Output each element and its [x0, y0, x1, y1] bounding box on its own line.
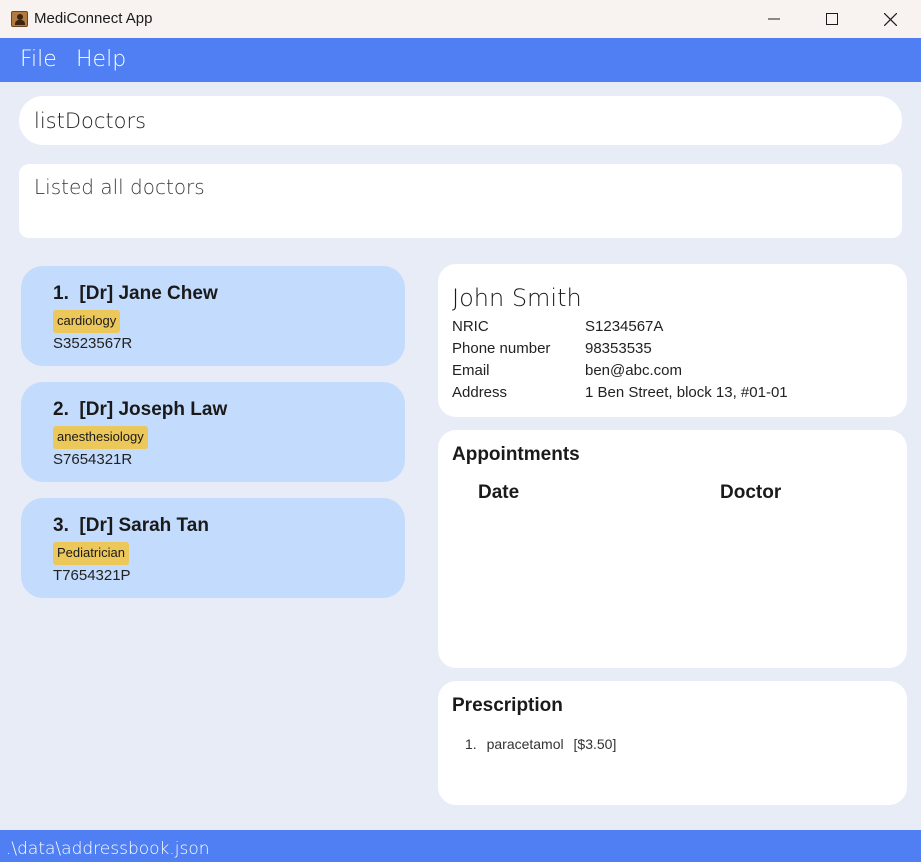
- nric-label: NRIC: [452, 318, 489, 335]
- prescription-name: paracetamol: [486, 736, 564, 752]
- prescription-item: 1. paracetamol [$3.50]: [465, 736, 622, 752]
- email-value: ben@abc.com: [585, 362, 682, 379]
- appointments-panel: Appointments Date Doctor: [438, 430, 907, 668]
- close-icon: [883, 12, 897, 26]
- minimize-button[interactable]: [745, 0, 803, 38]
- address-label: Address: [452, 384, 508, 401]
- prescription-price: [$3.50]: [573, 736, 617, 752]
- doctor-card[interactable]: 3. [Dr] Sarah Tan Pediatrician T7654321P: [21, 498, 405, 598]
- specialty-tag: Pediatrician: [53, 542, 129, 565]
- menu-help[interactable]: Help: [76, 47, 126, 72]
- prescription-index: 1.: [465, 736, 477, 752]
- doctor-name: 1. [Dr] Jane Chew: [53, 283, 218, 304]
- nric-value: S1234567A: [585, 318, 664, 335]
- minimize-icon: [768, 18, 780, 20]
- specialty-tag: anesthesiology: [53, 426, 148, 449]
- doctor-card[interactable]: 2. [Dr] Joseph Law anesthesiology S76543…: [21, 382, 405, 482]
- doctor-name: 3. [Dr] Sarah Tan: [53, 515, 209, 536]
- contacts-book-icon: [11, 11, 28, 27]
- column-header-date[interactable]: Date: [478, 482, 519, 504]
- doctor-nric: S3523567R: [53, 335, 133, 352]
- command-input[interactable]: [19, 96, 902, 145]
- specialty-tag: cardiology: [53, 310, 121, 333]
- prescription-title: Prescription: [452, 695, 563, 716]
- result-display: Listed all doctors: [19, 164, 902, 238]
- email-label: Email: [452, 362, 490, 379]
- patient-details-panel: John Smith NRIC S1234567A Phone number 9…: [438, 264, 907, 417]
- maximize-icon: [826, 13, 838, 25]
- menu-file[interactable]: File: [20, 47, 57, 72]
- menu-bar: File Help: [0, 38, 921, 82]
- status-bar: .\data\addressbook.json: [0, 830, 921, 862]
- maximize-button[interactable]: [803, 0, 861, 38]
- prescription-panel: Prescription 1. paracetamol [$3.50]: [438, 681, 907, 805]
- address-value: 1 Ben Street, block 13, #01-01: [585, 384, 788, 401]
- patient-name: John Smith: [452, 284, 582, 312]
- phone-value: 98353535: [585, 340, 652, 357]
- appointments-title: Appointments: [452, 444, 580, 465]
- close-button[interactable]: [861, 0, 919, 38]
- doctor-card[interactable]: 1. [Dr] Jane Chew cardiology S3523567R: [21, 266, 405, 366]
- doctor-nric: T7654321P: [53, 567, 131, 584]
- phone-label: Phone number: [452, 340, 551, 357]
- doctor-nric: S7654321R: [53, 451, 133, 468]
- column-header-doctor[interactable]: Doctor: [720, 482, 781, 504]
- doctor-name: 2. [Dr] Joseph Law: [53, 399, 228, 420]
- title-bar: MediConnect App: [0, 0, 921, 38]
- window-title: MediConnect App: [34, 10, 153, 27]
